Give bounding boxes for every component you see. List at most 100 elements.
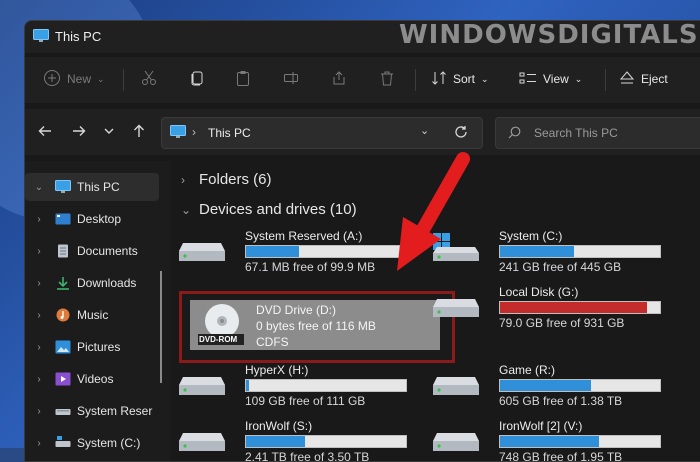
drive-usage-fill (500, 246, 574, 257)
sidebar-item-label: Videos (77, 372, 114, 386)
content-pane: › Folders (6) ⌄ Devices and drives (10) … (173, 161, 700, 461)
new-button[interactable]: New ⌄ (43, 65, 105, 93)
address-dropdown-button[interactable]: ⌄ (420, 124, 429, 137)
sidebar-item-videos[interactable]: › Videos (25, 365, 159, 393)
sidebar-item-label: This PC (77, 180, 120, 194)
toolbar-divider (605, 69, 606, 91)
drive-free-space: 605 GB free of 1.38 TB (499, 394, 623, 408)
clipboard-icon (235, 70, 251, 89)
refresh-icon[interactable] (454, 125, 468, 142)
drive-free-space: 109 GB free of 111 GB (245, 394, 366, 408)
back-button[interactable] (35, 123, 55, 143)
search-box[interactable]: Search This PC (495, 117, 700, 149)
sidebar-item-documents[interactable]: › Documents (25, 237, 159, 265)
sidebar-item-label: Music (77, 308, 109, 322)
paste-button[interactable] (235, 65, 251, 93)
chevron-right-icon[interactable]: › (33, 310, 45, 321)
chevron-right-icon[interactable]: › (33, 406, 45, 417)
sidebar-item-label: Downloads (77, 276, 137, 290)
drive-hyperx[interactable]: HyperX (H:) 109 GB free of 111 GB (173, 359, 413, 409)
drive-dvd[interactable]: DVD-ROM DVD Drive (D:) 0 bytes free of 1… (190, 300, 440, 350)
drive-local-disk-g[interactable]: Local Disk (G:) 79.0 GB free of 931 GB (427, 281, 667, 331)
arrow-up-icon (132, 124, 146, 143)
chevron-right-icon[interactable]: › (33, 374, 45, 385)
sort-button[interactable]: Sort ⌄ (431, 65, 489, 93)
eject-button[interactable]: Eject (619, 65, 668, 93)
breadcrumb-separator-icon: › (192, 125, 196, 139)
file-explorer-window: This PC WINDOWSDIGITALS.COM New ⌄ (24, 20, 700, 462)
drive-name: IronWolf (S:) (245, 419, 313, 433)
breadcrumb-this-pc[interactable]: This PC (208, 126, 251, 140)
drive-usage-bar (499, 435, 661, 448)
toolbar-divider (123, 69, 124, 91)
up-button[interactable] (129, 123, 149, 143)
scissors-icon (141, 70, 157, 89)
chevron-right-icon[interactable]: › (33, 342, 45, 353)
chevron-right-icon[interactable]: › (33, 246, 45, 257)
trash-icon (379, 70, 395, 89)
rename-button[interactable] (283, 65, 299, 93)
chevron-right-icon[interactable]: › (33, 214, 45, 225)
search-icon (508, 126, 521, 142)
forward-button[interactable] (69, 123, 89, 143)
share-icon (331, 70, 347, 89)
drive-usage-fill (500, 302, 648, 313)
drive-name: Game (R:) (499, 363, 556, 377)
cut-button[interactable] (141, 65, 157, 93)
windows-drive-icon (431, 233, 481, 272)
share-button[interactable] (331, 65, 347, 93)
chevron-down-icon[interactable]: ⌄ (33, 182, 45, 193)
drive-name: IronWolf [2] (V:) (499, 419, 583, 433)
sidebar-item-music[interactable]: › Music (25, 301, 159, 329)
drive-dvd-highlight: DVD-ROM DVD Drive (D:) 0 bytes free of 1… (179, 291, 455, 363)
drive-free-space: 67.1 MB free of 99.9 MB (245, 260, 376, 274)
drive-ironwolf-s[interactable]: IronWolf (S:) 2.41 TB free of 3.50 TB (173, 415, 413, 461)
command-bar: New ⌄ Sort ⌄ View ⌄ Eject (25, 57, 700, 103)
drive-usage-bar (245, 379, 407, 392)
sidebar-item-downloads[interactable]: › Downloads (25, 269, 159, 297)
drive-usage-fill (500, 380, 592, 391)
drive-usage-bar (499, 301, 661, 314)
drive-system-reserved[interactable]: System Reserved (A:) 67.1 MB free of 99.… (173, 225, 413, 275)
plus-circle-icon (43, 69, 61, 90)
dvd-rom-badge: DVD-ROM (199, 335, 238, 344)
sidebar-scrollbar[interactable] (160, 271, 162, 383)
chevron-down-icon: ⌄ (97, 73, 105, 84)
sidebar-item-desktop[interactable]: › Desktop (25, 205, 159, 233)
drive-game-r[interactable]: Game (R:) 605 GB free of 1.38 TB (427, 359, 667, 409)
folders-group-header[interactable]: › Folders (6) (181, 171, 272, 188)
view-button[interactable]: View ⌄ (519, 65, 582, 93)
chevron-right-icon[interactable]: › (33, 278, 45, 289)
drive-usage-fill (246, 246, 299, 257)
delete-button[interactable] (379, 65, 395, 93)
drive-usage-bar (245, 435, 407, 448)
address-bar[interactable]: › This PC ⌄ (161, 117, 483, 149)
sidebar-item-pictures[interactable]: › Pictures (25, 333, 159, 361)
monitor-icon (55, 180, 71, 194)
desktop-icon (55, 212, 71, 226)
drive-name: System (C:) (499, 229, 563, 243)
folders-header-label: Folders (6) (199, 171, 272, 188)
sidebar-item-label: System Reser (77, 404, 153, 418)
drive-ironwolf-v[interactable]: IronWolf [2] (V:) 748 GB free of 1.95 TB (427, 415, 667, 462)
sidebar-item-system-c[interactable]: › System (C:) (25, 429, 159, 457)
rename-icon (283, 70, 299, 89)
sidebar-item-this-pc[interactable]: ⌄ This PC (25, 173, 159, 201)
drive-name: DVD Drive (D:) (256, 303, 336, 317)
chevron-down-icon: ⌄ (181, 202, 192, 217)
monitor-icon (33, 29, 49, 48)
window-title: This PC (55, 29, 102, 44)
drive-file-system: CDFS (256, 335, 289, 349)
drive-system-c[interactable]: System (C:) 241 GB free of 445 GB (427, 225, 667, 275)
drive-name: HyperX (H:) (245, 363, 309, 377)
toolbar-divider (415, 69, 416, 91)
sidebar-item-system-reserved[interactable]: › System Reser (25, 397, 159, 425)
navigation-bar: › This PC ⌄ Search This PC (25, 109, 700, 155)
search-placeholder: Search This PC (534, 126, 618, 140)
drive-free-space: 748 GB free of 1.95 TB (499, 450, 623, 462)
chevron-right-icon[interactable]: › (33, 438, 45, 449)
recent-locations-button[interactable] (99, 123, 119, 143)
chevron-right-icon: › (181, 172, 185, 187)
devices-group-header[interactable]: ⌄ Devices and drives (10) (181, 201, 357, 218)
copy-button[interactable] (189, 65, 205, 93)
